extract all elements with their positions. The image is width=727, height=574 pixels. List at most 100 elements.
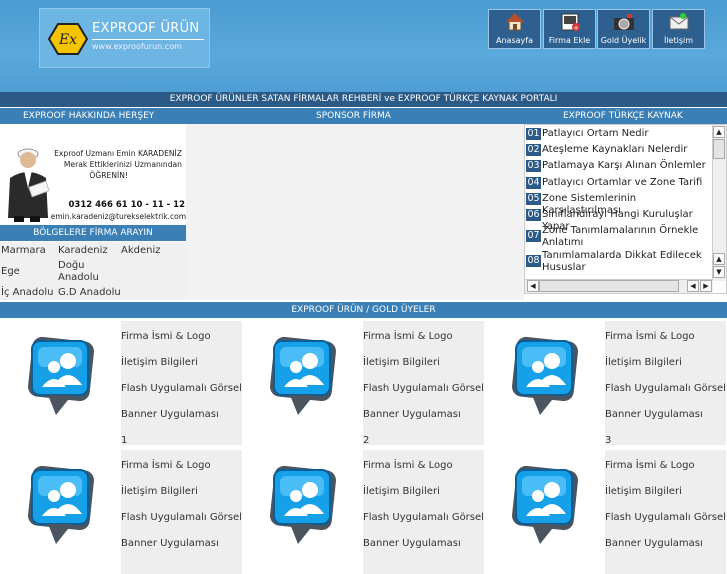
gold-member-card[interactable]: Firma İsmi & Logo İletişim Bilgileri Flash… <box>0 321 242 446</box>
gold-membership-icon <box>613 14 634 30</box>
member-logo[interactable] <box>484 450 605 574</box>
site-logo[interactable]: Ex EXPROOF ÜRÜN www.exproofurun.com <box>39 8 210 68</box>
nav-label: İletişim <box>663 36 694 45</box>
svg-text:Ex: Ex <box>58 32 77 48</box>
expert-email[interactable]: emin.karadeniz@turekselektrik.com <box>40 212 186 221</box>
member-logo[interactable] <box>242 321 363 445</box>
member-details: Firma İsmi & Logo İletişim Bilgileri Flash… <box>121 450 242 574</box>
member-detail-line: Flash Uygulamalı Görsel <box>121 383 242 394</box>
vertical-scrollbar[interactable]: ▲ ▲ ▼ <box>712 125 726 281</box>
expert-banner[interactable]: Exproof Uzmanı Emin KARADENİZ Merak Etti… <box>0 124 186 224</box>
region-link[interactable]: G.D Anadolu <box>58 287 121 299</box>
expert-line3: ÖĞRENİN! <box>89 171 128 180</box>
svg-text:+: + <box>573 24 579 32</box>
member-logo[interactable] <box>242 450 363 574</box>
expert-text: Exproof Uzmanı Emin KARADENİZ Merak Etti… <box>42 148 182 181</box>
member-details: Firma İsmi & Logo İletişim Bilgileri Flash… <box>605 321 726 446</box>
add-company-icon: + <box>561 13 580 32</box>
member-logo[interactable] <box>484 321 605 445</box>
member-detail-line: İletişim Bilgileri <box>605 357 682 368</box>
source-list: 01 Patlayıcı Ortam Nedir 02 Ateşleme Kayna… <box>524 124 727 294</box>
region-link[interactable]: Ege <box>1 266 20 278</box>
scroll-down-icon[interactable]: ▼ <box>713 266 725 278</box>
item-number: 05 <box>526 193 541 205</box>
nav-gold-uyelik[interactable]: Gold Üyelik <box>597 9 650 49</box>
member-detail-line: İletişim Bilgileri <box>605 486 682 497</box>
region-link[interactable]: Akdeniz <box>121 245 161 257</box>
gold-member-card[interactable]: Firma İsmi & Logo İletişim Bilgileri Flash… <box>484 321 726 446</box>
scroll-left-icon[interactable]: ◀ <box>527 280 539 292</box>
member-detail-line: Firma İsmi & Logo <box>363 331 453 342</box>
member-logo[interactable] <box>0 450 121 574</box>
member-detail-line: Flash Uygulamalı Görsel <box>121 512 242 523</box>
item-number: 03 <box>526 160 541 172</box>
item-title: Patlayıcı Ortam Nedir <box>542 128 649 139</box>
scroll-up-icon[interactable]: ▲ <box>713 253 725 265</box>
ex-badge-icon: Ex <box>48 23 88 55</box>
scroll-right-icon[interactable]: ▶ <box>700 280 712 292</box>
member-number: 1 <box>121 435 128 446</box>
member-placeholder-icon <box>28 336 94 415</box>
member-detail-line: Banner Uygulaması <box>363 538 461 549</box>
expert-line2: Merak Ettiklerinizi Uzmanından <box>63 160 182 169</box>
item-number: 04 <box>526 177 541 189</box>
column-headers: EXPROOF HAKKINDA HERŞEY SPONSOR FİRMA EX… <box>0 108 727 124</box>
expert-phone: 0312 466 61 10 - 11 - 12 <box>68 200 186 210</box>
member-details: Firma İsmi & Logo İletişim Bilgileri Flash… <box>363 321 484 446</box>
gold-members-title: EXPROOF ÜRÜN / GOLD ÜYELER <box>0 302 727 318</box>
gold-member-card[interactable]: Firma İsmi & Logo İletişim Bilgileri Flash… <box>242 450 484 574</box>
scroll-left-icon[interactable]: ◀ <box>687 280 699 292</box>
nav-firma-ekle[interactable]: + Firma Ekle <box>543 9 596 49</box>
member-detail-line: Firma İsmi & Logo <box>363 460 453 471</box>
portal-title-bar: EXPROOF ÜRÜNLER SATAN FİRMALAR REHBERİ v… <box>0 92 727 107</box>
item-number: 01 <box>526 128 541 140</box>
nav-label: Firma Ekle <box>548 36 591 45</box>
member-detail-line: Firma İsmi & Logo <box>121 460 211 471</box>
item-title: Zone Tanımlamalarının Örnekle Anlatımı <box>542 225 699 248</box>
expert-line1: Exproof Uzmanı Emin KARADENİZ <box>54 149 182 158</box>
item-title: Ateşleme Kaynakları Nelerdir <box>542 144 688 155</box>
member-detail-line: Banner Uygulaması <box>605 409 703 420</box>
member-logo[interactable] <box>0 321 121 445</box>
member-number: 3 <box>605 435 612 446</box>
member-placeholder-icon <box>270 465 336 544</box>
scroll-thumb[interactable] <box>539 280 679 292</box>
column-header-left: EXPROOF HAKKINDA HERŞEY <box>23 111 155 121</box>
member-detail-line: İletişim Bilgileri <box>121 357 198 368</box>
member-detail-line: Flash Uygulamalı Görsel <box>605 512 726 523</box>
member-placeholder-icon <box>512 465 578 544</box>
member-detail-line: Banner Uygulaması <box>121 538 219 549</box>
scroll-thumb[interactable] <box>713 139 725 159</box>
member-detail-line: Banner Uygulaması <box>605 538 703 549</box>
region-link[interactable]: Marmara <box>1 245 46 257</box>
horizontal-scrollbar[interactable]: ◀ ◀ ▶ <box>525 279 713 293</box>
nav-iletisim[interactable]: İletişim <box>652 9 705 49</box>
scroll-up-icon[interactable]: ▲ <box>713 126 725 138</box>
member-detail-line: Banner Uygulaması <box>363 409 461 420</box>
member-detail-line: İletişim Bilgileri <box>121 486 198 497</box>
gold-member-card[interactable]: Firma İsmi & Logo İletişim Bilgileri Flash… <box>484 450 726 574</box>
member-detail-line: İletişim Bilgileri <box>363 486 440 497</box>
member-details: Firma İsmi & Logo İletişim Bilgileri Flash… <box>363 450 484 574</box>
regions-list: Marmara Karadeniz Akdeniz Ege Doğu Anado… <box>0 242 186 300</box>
member-detail-line: İletişim Bilgileri <box>363 357 440 368</box>
member-number: 2 <box>363 435 370 446</box>
region-link[interactable]: Doğu Anadolu <box>58 260 108 284</box>
column-header-middle: SPONSOR FİRMA <box>316 111 391 121</box>
member-details: Firma İsmi & Logo İletişim Bilgileri Flash… <box>121 321 242 446</box>
region-link[interactable]: İç Anadolu <box>1 287 54 299</box>
member-detail-line: Banner Uygulaması <box>121 409 219 420</box>
item-title: Patlamaya Karşı Alınan Önlemler <box>542 160 706 171</box>
region-link[interactable]: Karadeniz <box>58 245 108 257</box>
member-detail-line: Flash Uygulamalı Görsel <box>605 383 726 394</box>
item-title: Tanımlamalarda Dikkat Edilecek Hususlar <box>542 250 702 273</box>
gold-member-card[interactable]: Firma İsmi & Logo İletişim Bilgileri Flash… <box>0 450 242 574</box>
nav-label: Anasayfa <box>496 36 533 45</box>
member-details: Firma İsmi & Logo İletişim Bilgileri Flash… <box>605 450 726 574</box>
nav-anasayfa[interactable]: Anasayfa <box>488 9 541 49</box>
item-number: 06 <box>526 209 541 221</box>
gold-member-card[interactable]: Firma İsmi & Logo İletişim Bilgileri Flash… <box>242 321 484 446</box>
nav-label: Gold Üyelik <box>600 36 647 45</box>
logo-divider <box>92 39 204 40</box>
member-detail-line: Firma İsmi & Logo <box>605 331 695 342</box>
